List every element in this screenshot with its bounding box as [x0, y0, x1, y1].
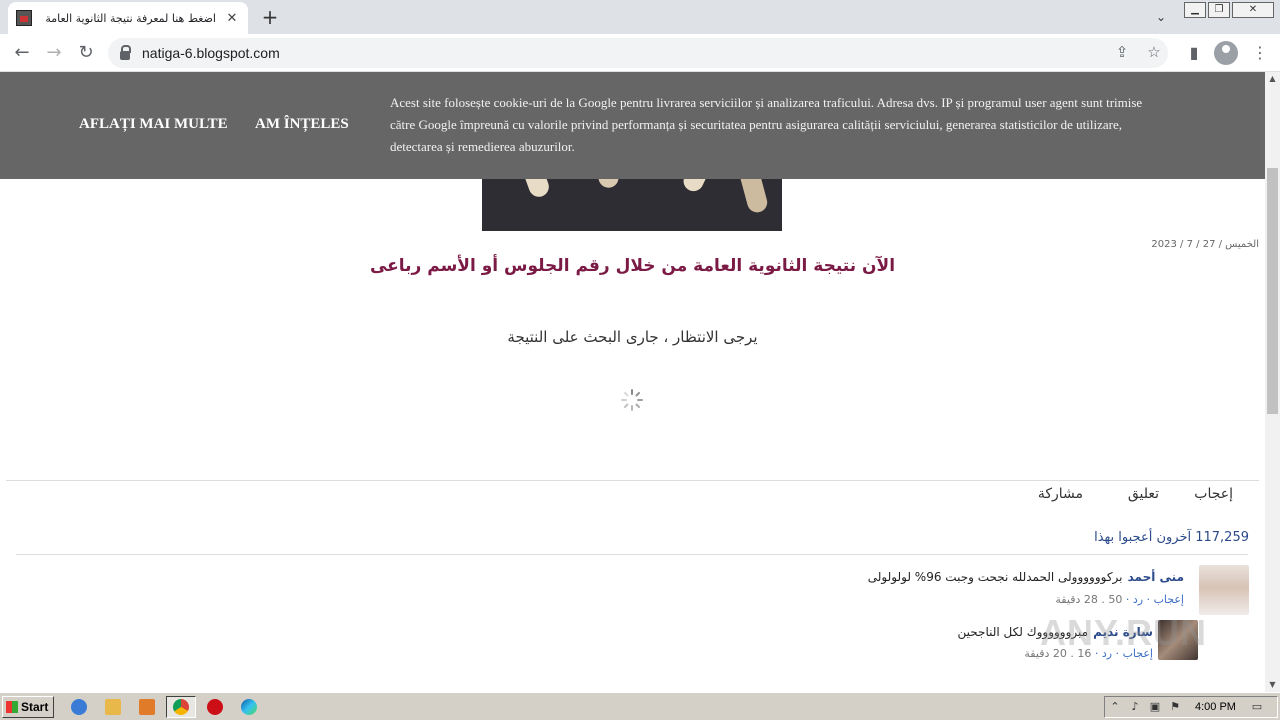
- reload-button[interactable]: ↻: [72, 39, 100, 67]
- action-center-flag-icon[interactable]: ⚑: [1168, 700, 1182, 714]
- cookie-notice-text: Acest site folosește cookie-uri de la Go…: [390, 95, 1143, 154]
- tab-close-icon[interactable]: ✕: [224, 11, 240, 26]
- minimize-button[interactable]: ▁: [1184, 2, 1206, 18]
- clock[interactable]: 4:00 PM: [1195, 701, 1236, 713]
- browser-tab[interactable]: اضغط هنا لمعرفة نتيجة الثانوية العامة ✕: [8, 2, 248, 34]
- favicon-icon: [16, 10, 32, 26]
- comment-row: منى أحمد بركوووووولى الحمدلله نجحت وجبت …: [868, 566, 1184, 585]
- media-player-taskbar-icon[interactable]: [132, 696, 162, 718]
- comment-text: بركوووووولى الحمدلله نجحت وجبت 96% لولول…: [867, 570, 1123, 584]
- volume-icon[interactable]: ♪: [1128, 700, 1142, 714]
- comment-time: 28 دقيقة: [1055, 593, 1098, 606]
- comment-meta: إعجاب · رد · 50 . 28 دقيقة: [1055, 593, 1184, 606]
- ie-taskbar-icon[interactable]: [64, 696, 94, 718]
- comment-action-button[interactable]: تعليق: [1128, 486, 1159, 502]
- watermark-logo: ANY.RUN: [1040, 612, 1208, 653]
- learn-more-button[interactable]: AFLAȚI MAI MULTE: [79, 116, 228, 133]
- scrollbar-thumb[interactable]: [1267, 168, 1278, 414]
- tab-search-chevron-icon[interactable]: ⌄: [1150, 6, 1172, 28]
- network-icon[interactable]: ▣: [1148, 700, 1162, 714]
- scroll-down-icon[interactable]: ▼: [1265, 678, 1280, 692]
- menu-kebab-icon[interactable]: ⋮: [1248, 41, 1272, 65]
- browser-toolbar: ← → ↻ natiga-6.blogspot.com ⇪ ☆ ▮ ⋮: [0, 34, 1280, 72]
- share-icon[interactable]: ⇪: [1112, 43, 1132, 61]
- loading-spinner-icon: [621, 389, 643, 411]
- close-window-button[interactable]: ✕: [1232, 2, 1274, 18]
- show-desktop-icon[interactable]: ▭: [1250, 700, 1264, 714]
- opera-taskbar-icon[interactable]: [200, 696, 230, 718]
- forward-button[interactable]: →: [40, 39, 68, 67]
- tray-expand-icon[interactable]: ⌃: [1108, 700, 1122, 714]
- restore-button[interactable]: ❐: [1208, 2, 1230, 18]
- share-action-button[interactable]: مشاركة: [1038, 486, 1083, 502]
- chrome-taskbar-icon[interactable]: [166, 696, 196, 718]
- url-text: natiga-6.blogspot.com: [142, 45, 280, 61]
- like-action-button[interactable]: إعجاب: [1194, 486, 1233, 502]
- comment-like-link[interactable]: إعجاب: [1154, 593, 1184, 606]
- start-label: Start: [21, 700, 49, 714]
- divider: [16, 554, 1248, 555]
- lock-icon[interactable]: [120, 44, 131, 60]
- tab-strip: اضغط هنا لمعرفة نتيجة الثانوية العامة ✕ …: [0, 0, 1280, 34]
- comment-like-count: 50: [1108, 593, 1123, 606]
- loading-message: يرجى الانتظار ، جارى البحث على النتيجة: [507, 328, 758, 346]
- commenter-name[interactable]: منى أحمد: [1128, 570, 1184, 584]
- windows-taskbar: Start ⌃ ♪ ▣ ⚑ 4:00 PM ▭: [0, 692, 1280, 720]
- side-panel-icon[interactable]: ▮: [1182, 41, 1206, 65]
- explorer-taskbar-icon[interactable]: [98, 696, 128, 718]
- system-tray: ⌃ ♪ ▣ ⚑ 4:00 PM ▭: [1104, 696, 1278, 718]
- profile-avatar-icon[interactable]: [1214, 41, 1238, 65]
- back-button[interactable]: ←: [8, 39, 36, 67]
- divider: [6, 480, 1259, 481]
- comment-reply-link[interactable]: رد: [1133, 593, 1143, 606]
- scroll-up-icon[interactable]: ▲: [1265, 72, 1280, 86]
- address-bar[interactable]: natiga-6.blogspot.com: [108, 38, 1168, 68]
- edge-taskbar-icon[interactable]: [234, 696, 264, 718]
- new-tab-button[interactable]: +: [258, 5, 282, 29]
- windows-flag-icon: [6, 701, 18, 713]
- bookmark-star-icon[interactable]: ☆: [1144, 43, 1164, 61]
- start-button[interactable]: Start: [2, 696, 54, 718]
- post-headline[interactable]: الآن نتيجة الثانوية العامة من خلال رقم ا…: [0, 256, 1265, 276]
- cookie-banner: AFLAȚI MAI MULTE AM ÎNȚELES Acest site f…: [0, 72, 1265, 179]
- accept-cookies-button[interactable]: AM ÎNȚELES: [255, 116, 349, 133]
- likes-summary[interactable]: 117,259 آخرون أعجبوا بهذا: [1094, 530, 1249, 545]
- commenter-avatar[interactable]: [1199, 565, 1249, 615]
- tab-title: اضغط هنا لمعرفة نتيجة الثانوية العامة: [45, 11, 216, 25]
- post-date: الخميس / 27 / 7 / 2023: [1151, 239, 1259, 250]
